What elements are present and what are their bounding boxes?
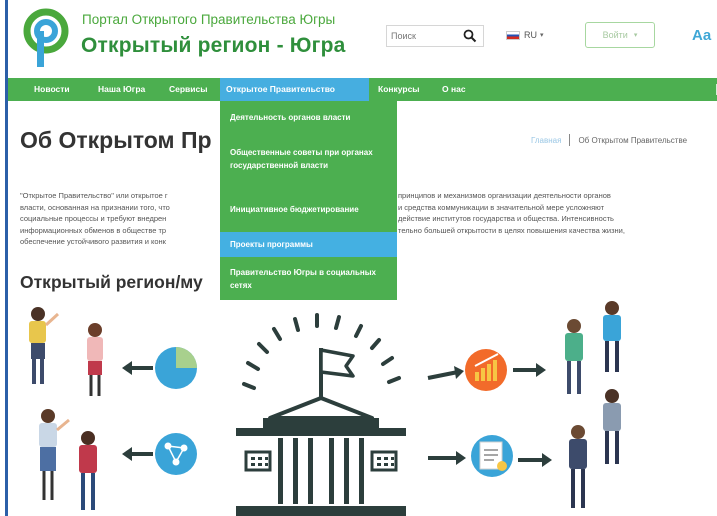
page-title: Об Открытом Пр xyxy=(20,127,212,153)
paragraph-line: тельно большей открытости в целях повыше… xyxy=(398,225,625,235)
portal-title[interactable]: Открытый регион - Югра xyxy=(81,34,346,58)
arrow-left-icon xyxy=(122,361,153,375)
nav-item-our-yugra[interactable]: Наша Югра xyxy=(92,78,151,101)
nav-item-contests[interactable]: Конкурсы xyxy=(372,78,426,101)
search-input[interactable] xyxy=(391,28,457,44)
search-icon[interactable] xyxy=(463,29,477,43)
login-label: Войти xyxy=(602,30,628,40)
search-box xyxy=(386,25,484,47)
language-label: RU xyxy=(524,30,537,40)
russian-flag-icon xyxy=(506,30,520,40)
dropdown-item-social-networks[interactable]: Правительство Югры в социальных сетях xyxy=(220,261,397,297)
person-icon xyxy=(29,307,60,384)
paragraph-line: действие институтов государства и общест… xyxy=(398,214,614,224)
person-icon xyxy=(603,389,621,464)
section-title: Открытый регион/му xyxy=(20,272,203,292)
person-icon xyxy=(565,319,583,394)
main-nav: Новости Наша Югра Сервисы Открытое Прави… xyxy=(8,78,717,101)
open-region-illustration xyxy=(29,301,621,516)
portal-subtitle: Портал Открытого Правительства Югры xyxy=(82,12,336,27)
dropdown-item-public-councils[interactable]: Общественные советы при органах государс… xyxy=(220,135,397,183)
person-icon xyxy=(79,431,97,510)
chevron-down-icon: ▾ xyxy=(633,32,638,39)
arrow-left-icon xyxy=(122,447,153,461)
portal-logo-icon[interactable] xyxy=(22,8,72,70)
network-icon xyxy=(155,433,197,475)
arrow-right-icon xyxy=(513,363,546,377)
open-government-dropdown: Деятельность органов власти Общественные… xyxy=(220,101,397,300)
person-icon xyxy=(87,323,103,396)
login-button[interactable]: Войти ▾ xyxy=(585,22,655,48)
breadcrumb: Главная Об Открытом Правительстве xyxy=(531,134,687,146)
browser-viewport: Портал Открытого Правительства Югры Откр… xyxy=(5,0,717,516)
language-selector[interactable]: RU ▾ xyxy=(506,26,544,44)
paragraph-line: и средства коммуникации в значительной м… xyxy=(398,202,605,212)
person-icon xyxy=(603,301,621,372)
growth-chart-icon xyxy=(465,349,507,391)
person-icon xyxy=(39,409,70,500)
site-header: Портал Открытого Правительства Югры Откр… xyxy=(8,0,717,76)
pie-chart-icon xyxy=(155,347,197,389)
breadcrumb-separator xyxy=(569,134,571,146)
nav-item-news[interactable]: Новости xyxy=(28,78,76,101)
person-icon xyxy=(569,425,587,508)
document-icon xyxy=(471,435,513,477)
breadcrumb-current: Об Открытом Правительстве xyxy=(578,135,688,145)
dropdown-item-initiative-budgeting[interactable]: Инициативное бюджетирование xyxy=(220,191,397,227)
chevron-down-icon: ▾ xyxy=(540,32,544,39)
font-size-button[interactable]: Aa xyxy=(692,27,711,44)
dropdown-item-programs[interactable]: Проекты программы xyxy=(220,232,397,257)
government-building-icon xyxy=(236,348,406,516)
nav-item-open-government[interactable]: Открытое Правительство xyxy=(220,78,369,101)
arrow-right-icon xyxy=(427,366,464,380)
dropdown-item-authorities[interactable]: Деятельность органов власти xyxy=(220,107,397,127)
arrow-right-icon xyxy=(518,453,552,467)
paragraph-line: принципов и механизмов организации деяте… xyxy=(398,191,611,200)
arrow-right-icon xyxy=(428,451,466,465)
nav-item-services[interactable]: Сервисы xyxy=(163,78,214,101)
nav-item-about[interactable]: О нас xyxy=(436,78,472,101)
breadcrumb-home-link[interactable]: Главная xyxy=(531,136,561,145)
